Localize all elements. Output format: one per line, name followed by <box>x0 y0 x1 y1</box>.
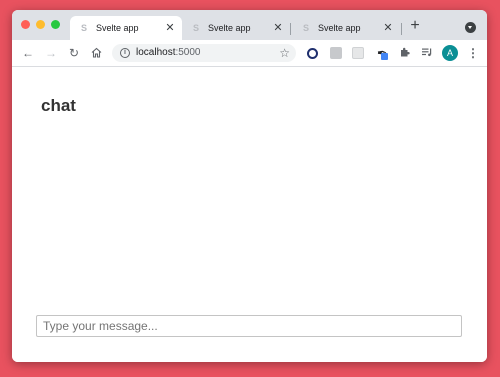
svelte-icon: S <box>80 23 87 33</box>
page-title: chat <box>41 96 76 115</box>
tab-svelte-app-3[interactable]: S Svelte app ✕ <box>292 16 400 40</box>
forward-arrow-icon[interactable]: → <box>43 45 59 61</box>
back-arrow-icon[interactable]: ← <box>20 45 36 61</box>
close-tab-icon[interactable]: ✕ <box>164 22 176 34</box>
minimize-window-button[interactable] <box>36 20 45 29</box>
tab-label: Svelte app <box>318 23 361 33</box>
close-window-button[interactable] <box>21 20 30 29</box>
opera-extension-icon[interactable] <box>307 48 318 59</box>
browser-toolbar: ← → ↻ i localhost:5000 ☆ ✒ <box>12 40 487 67</box>
reload-icon[interactable]: ↻ <box>66 45 82 61</box>
svelte-icon: S <box>192 23 199 33</box>
url-text: localhost:5000 <box>136 47 201 58</box>
grey-extension-icon[interactable] <box>330 47 342 59</box>
close-tab-icon[interactable]: ✕ <box>272 22 284 34</box>
svelte-icon: S <box>302 23 309 33</box>
tab-separator <box>290 23 291 35</box>
browser-window: S Svelte app ✕ S Svelte app ✕ S Svelte a… <box>12 10 487 362</box>
profile-avatar[interactable]: A <box>442 45 458 61</box>
extension-badge <box>381 53 388 60</box>
tab-search-icon[interactable] <box>465 22 476 33</box>
new-tab-button[interactable]: + <box>408 18 422 34</box>
more-menu-icon[interactable]: ⋮ <box>467 45 479 61</box>
tab-svelte-app-1[interactable]: S Svelte app ✕ <box>70 16 182 40</box>
home-icon[interactable] <box>88 45 104 61</box>
close-tab-icon[interactable]: ✕ <box>382 22 394 34</box>
maximize-window-button[interactable] <box>51 20 60 29</box>
tab-label: Svelte app <box>96 23 139 33</box>
info-icon[interactable]: i <box>120 48 130 58</box>
address-bar[interactable]: i localhost:5000 ☆ <box>112 44 296 62</box>
media-control-icon[interactable] <box>420 45 434 59</box>
bookmark-star-icon[interactable]: ☆ <box>279 46 290 60</box>
message-input[interactable] <box>36 315 462 337</box>
tab-strip: S Svelte app ✕ S Svelte app ✕ S Svelte a… <box>12 10 487 40</box>
puzzle-icon[interactable] <box>398 45 412 59</box>
blank-extension-icon[interactable] <box>352 47 364 59</box>
tab-svelte-app-2[interactable]: S Svelte app ✕ <box>182 16 290 40</box>
tab-label: Svelte app <box>208 23 251 33</box>
page-content: chat <box>12 67 487 362</box>
tab-separator <box>401 23 402 35</box>
